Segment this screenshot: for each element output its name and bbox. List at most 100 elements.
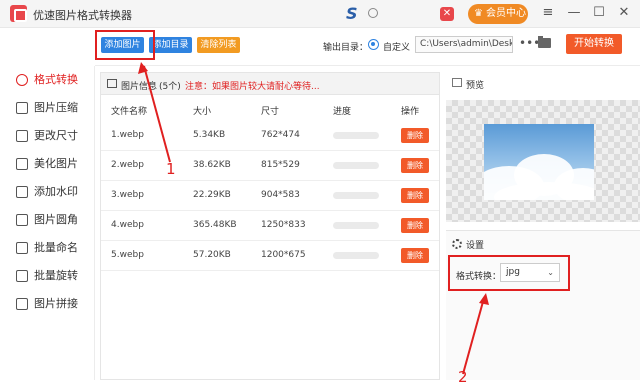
file-dimension-cell: 762*474 [261, 130, 300, 140]
vip-center-label: 会员中心 [486, 8, 526, 19]
annotation-box-add-image [95, 30, 155, 60]
delete-button[interactable]: 删除 [401, 128, 429, 143]
resize-icon [16, 130, 28, 142]
file-dimension-cell: 1200*675 [261, 250, 306, 260]
brand-ring-icon [368, 8, 378, 18]
col-header-progress: 进度 [333, 107, 352, 117]
sidebar-item-label: 美化图片 [34, 157, 78, 170]
file-list-title: 图片信息 [121, 82, 158, 92]
custom-dir-radio[interactable] [368, 39, 379, 50]
stitch-icon [16, 298, 28, 310]
col-header-action: 操作 [401, 107, 420, 117]
settings-panel: 设置 格式转换： jpg ⌄ [446, 230, 640, 380]
file-size-cell: 38.62KB [193, 160, 231, 170]
sidebar-item-label: 更改尺寸 [34, 129, 78, 142]
preview-title: 预览 [466, 81, 485, 91]
output-path-input[interactable]: C:\Users\admin\Deskto [415, 36, 513, 53]
file-size-cell: 22.29KB [193, 190, 231, 200]
file-name-cell: 3.webp [111, 190, 144, 200]
title-bar: 优速图片格式转换器 S ✕ ♛ 会员中心 ≡ — ☐ ✕ [0, 0, 640, 28]
image-icon [107, 79, 117, 88]
sidebar-item-label: 图片压缩 [34, 101, 78, 114]
file-name-cell: 4.webp [111, 220, 144, 230]
file-dimension-cell: 815*529 [261, 160, 300, 170]
vip-center-button[interactable]: ♛ 会员中心 [468, 4, 528, 24]
sidebar-item-beautify[interactable]: 美化图片 [16, 156, 91, 172]
annotation-box-format [448, 255, 570, 291]
preview-image [484, 124, 594, 200]
file-list-note: 注意：如果图片较大请耐心等待... [185, 82, 320, 92]
red-x-icon[interactable]: ✕ [440, 7, 454, 21]
progress-bar [333, 252, 379, 259]
brand-logo-icon: S [346, 4, 358, 23]
watermark-icon [16, 186, 28, 198]
sidebar-item-batch-rename[interactable]: 批量命名 [16, 240, 91, 256]
crown-icon: ♛ [474, 8, 483, 19]
delete-button[interactable]: 删除 [401, 248, 429, 263]
table-row: 1.webp 5.34KB 762*474 删除 [101, 121, 439, 151]
custom-dir-label: 自定义 [383, 43, 411, 53]
col-header-size: 大小 [193, 107, 212, 117]
output-dir-label: 输出目录： [323, 43, 369, 53]
format-convert-icon [16, 74, 28, 86]
progress-bar [333, 222, 379, 229]
sidebar-item-round-corner[interactable]: 图片圆角 [16, 212, 91, 228]
preview-canvas [446, 100, 640, 222]
col-header-dimension: 尺寸 [261, 107, 280, 117]
delete-button[interactable]: 删除 [401, 158, 429, 173]
beautify-icon [16, 158, 28, 170]
minimize-button[interactable]: — [566, 5, 582, 21]
sidebar-item-resize[interactable]: 更改尺寸 [16, 128, 91, 144]
toolbar: 添加图片 添加目录 清除列表 输出目录： 自定义 C:\Users\admin\… [95, 28, 640, 66]
sidebar-item-compress[interactable]: 图片压缩 [16, 100, 91, 116]
file-name-cell: 1.webp [111, 130, 144, 140]
sidebar-item-label: 批量命名 [34, 241, 78, 254]
preview-panel: 预览 [446, 72, 640, 222]
file-size-cell: 5.34KB [193, 130, 226, 140]
file-size-cell: 57.20KB [193, 250, 231, 260]
table-row: 4.webp 365.48KB 1250*833 删除 [101, 211, 439, 241]
progress-bar [333, 162, 379, 169]
sidebar: 格式转换 图片压缩 更改尺寸 美化图片 添加水印 图片圆角 批量命名 批量旋转 … [0, 66, 95, 380]
app-logo-icon [10, 5, 27, 22]
file-dimension-cell: 1250*833 [261, 220, 306, 230]
annotation-number-1: 1 [166, 160, 176, 178]
start-convert-button[interactable]: 开始转换 [566, 34, 622, 54]
sidebar-item-label: 图片圆角 [34, 213, 78, 226]
add-directory-button[interactable]: 添加目录 [149, 37, 192, 53]
delete-button[interactable]: 删除 [401, 218, 429, 233]
col-header-name: 文件名称 [111, 107, 148, 117]
delete-button[interactable]: 删除 [401, 188, 429, 203]
progress-bar [333, 192, 379, 199]
file-name-cell: 2.webp [111, 160, 144, 170]
file-name-cell: 5.webp [111, 250, 144, 260]
open-folder-icon[interactable] [538, 36, 551, 48]
table-row: 3.webp 22.29KB 904*583 删除 [101, 181, 439, 211]
compress-icon [16, 102, 28, 114]
sidebar-item-batch-rotate[interactable]: 批量旋转 [16, 268, 91, 284]
gear-icon [452, 239, 462, 249]
sidebar-item-watermark[interactable]: 添加水印 [16, 184, 91, 200]
clear-list-button[interactable]: 清除列表 [197, 37, 240, 53]
sidebar-item-format-convert[interactable]: 格式转换 [16, 72, 91, 88]
table-row: 5.webp 57.20KB 1200*675 删除 [101, 241, 439, 271]
maximize-button[interactable]: ☐ [591, 5, 607, 21]
sidebar-item-label: 添加水印 [34, 185, 78, 198]
menu-icon[interactable]: ≡ [540, 5, 556, 21]
app-title: 优速图片格式转换器 [33, 9, 132, 22]
sidebar-item-label: 图片拼接 [34, 297, 78, 310]
file-list-panel: 图片信息 (5个) 注意：如果图片较大请耐心等待... 文件名称 大小 尺寸 进… [100, 72, 440, 380]
batch-rotate-icon [16, 270, 28, 282]
file-list-header: 图片信息 (5个) 注意：如果图片较大请耐心等待... [101, 73, 439, 95]
sidebar-item-stitch[interactable]: 图片拼接 [16, 296, 91, 312]
table-row: 2.webp 38.62KB 815*529 删除 [101, 151, 439, 181]
batch-rename-icon [16, 242, 28, 254]
sidebar-item-label: 格式转换 [34, 73, 78, 86]
close-button[interactable]: ✕ [616, 5, 632, 21]
file-dimension-cell: 904*583 [261, 190, 300, 200]
annotation-number-2: 2 [458, 368, 468, 386]
round-corner-icon [16, 214, 28, 226]
preview-icon [452, 78, 462, 87]
settings-title: 设置 [466, 241, 485, 251]
file-size-cell: 365.48KB [193, 220, 237, 230]
